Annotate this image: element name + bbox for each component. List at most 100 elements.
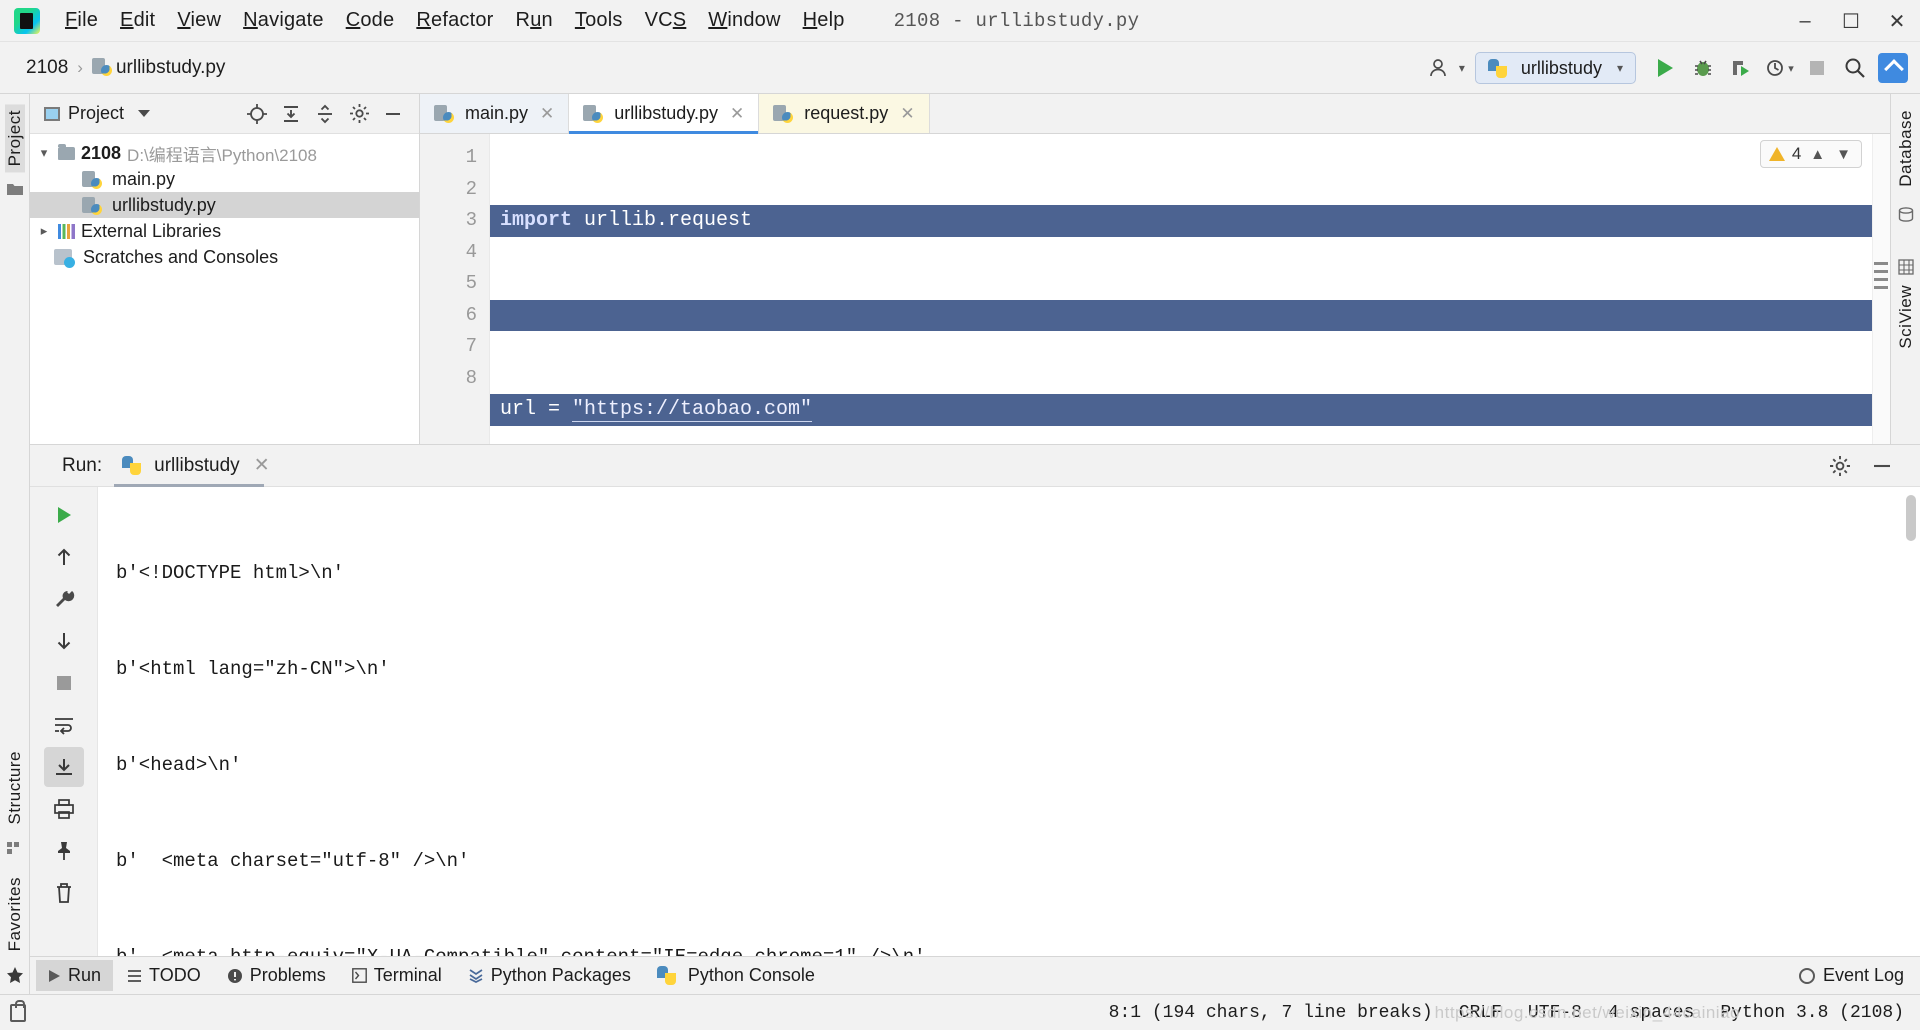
close-icon[interactable]: ✕ bbox=[730, 104, 744, 124]
tab-urllibstudy-py[interactable]: urllibstudy.py ✕ bbox=[569, 94, 760, 134]
debug-button[interactable] bbox=[1684, 49, 1722, 87]
chevron-collapsed-icon[interactable]: ▸ bbox=[36, 223, 52, 239]
editor-marker-rail[interactable] bbox=[1872, 134, 1890, 444]
run-tab-urllibstudy[interactable]: urllibstudy ✕ bbox=[114, 450, 277, 487]
menu-refactor[interactable]: Refactor bbox=[405, 4, 504, 37]
favorites-star-icon bbox=[6, 967, 24, 984]
chevron-expanded-icon[interactable]: ▾ bbox=[36, 145, 52, 161]
code-line-3[interactable]: url = "https://taobao.com" bbox=[490, 394, 1890, 426]
caret-position[interactable]: 8:1 (194 chars, 7 line breaks) bbox=[1109, 1003, 1433, 1023]
trash-icon[interactable] bbox=[44, 873, 84, 913]
python-icon bbox=[1487, 58, 1507, 78]
tab-label: request.py bbox=[804, 103, 889, 123]
code-pane[interactable]: import urllib.request url = "https://tao… bbox=[490, 134, 1890, 444]
marker-group bbox=[1874, 262, 1888, 294]
sidebar-item-favorites[interactable]: Favorites bbox=[5, 871, 25, 957]
menu-window[interactable]: Window bbox=[697, 4, 791, 37]
console-output[interactable]: b'<!DOCTYPE html>\n' b'<html lang="zh-CN… bbox=[98, 487, 1920, 956]
bottom-tab-todo[interactable]: TODO bbox=[115, 960, 213, 991]
bottom-tab-python-packages[interactable]: Python Packages bbox=[456, 960, 643, 991]
maximize-button[interactable]: ☐ bbox=[1828, 0, 1874, 42]
close-icon[interactable]: ✕ bbox=[900, 104, 914, 124]
profile-button[interactable]: ▾ bbox=[1760, 49, 1798, 87]
user-icon[interactable]: ▾ bbox=[1419, 49, 1475, 87]
tree-item-urllibstudy-py[interactable]: urllibstudy.py bbox=[30, 192, 419, 218]
menu-view[interactable]: View bbox=[166, 4, 232, 37]
line-separator[interactable]: CRLF bbox=[1459, 1003, 1502, 1023]
settings-gear-icon[interactable] bbox=[1826, 452, 1854, 480]
menu-run[interactable]: Run bbox=[505, 4, 564, 37]
console-scrollbar[interactable] bbox=[1906, 495, 1916, 541]
sidebar-item-database[interactable]: Database bbox=[1896, 104, 1916, 193]
code-area[interactable]: 1 2 3 4 5 6 7 8 import urllib.request ur… bbox=[420, 134, 1890, 444]
menu-edit[interactable]: Edit bbox=[109, 4, 166, 37]
run-with-coverage-button[interactable] bbox=[1722, 49, 1760, 87]
menu-navigate[interactable]: Navigate bbox=[232, 4, 335, 37]
breadcrumb-file[interactable]: urllibstudy.py bbox=[91, 57, 225, 79]
sidebar-item-sciview[interactable]: SciView bbox=[1896, 279, 1916, 355]
pin-icon[interactable] bbox=[44, 831, 84, 871]
pycharm-logo-icon bbox=[14, 7, 40, 34]
inspection-widget[interactable]: 4 ▲ ▼ bbox=[1759, 140, 1862, 168]
menu-help[interactable]: Help bbox=[792, 4, 856, 37]
up-arrow-icon[interactable] bbox=[44, 537, 84, 577]
tree-item-scratches[interactable]: Scratches and Consoles bbox=[30, 244, 419, 270]
project-title[interactable]: Project bbox=[44, 103, 151, 124]
code-text[interactable]: import urllib.request url = "https://tao… bbox=[490, 134, 1890, 444]
settings-gear-icon[interactable] bbox=[345, 100, 373, 128]
tab-label: main.py bbox=[465, 103, 529, 123]
python-interpreter[interactable]: Python 3.8 (2108) bbox=[1720, 1003, 1904, 1023]
lock-icon[interactable] bbox=[10, 999, 26, 1022]
chevron-up-icon[interactable]: ▲ bbox=[1808, 146, 1827, 163]
menu-bar: File Edit View Navigate Code Refactor Ru… bbox=[54, 4, 856, 37]
hide-panel-icon[interactable] bbox=[379, 100, 407, 128]
editor-tabs: main.py ✕ urllibstudy.py ✕ request.py ✕ bbox=[420, 94, 1890, 134]
search-icon[interactable] bbox=[1836, 49, 1874, 87]
sidebar-item-structure[interactable]: Structure bbox=[5, 745, 25, 830]
soft-wrap-icon[interactable] bbox=[44, 705, 84, 745]
expand-all-icon[interactable] bbox=[277, 100, 305, 128]
locate-icon[interactable] bbox=[243, 100, 271, 128]
scroll-to-end-icon[interactable] bbox=[43, 747, 84, 787]
file-encoding[interactable]: UTF-8 bbox=[1528, 1003, 1582, 1023]
minimize-button[interactable]: – bbox=[1782, 0, 1828, 42]
code-line-2[interactable] bbox=[490, 299, 1890, 331]
event-log-button[interactable]: Event Log bbox=[1798, 965, 1920, 986]
bottom-tab-problems[interactable]: Problems bbox=[215, 960, 338, 991]
collapse-all-icon[interactable] bbox=[311, 100, 339, 128]
stop-button[interactable] bbox=[1798, 49, 1836, 87]
menu-file[interactable]: File bbox=[54, 4, 109, 37]
hide-panel-icon[interactable] bbox=[1868, 452, 1896, 480]
bottom-tab-run[interactable]: Run bbox=[36, 960, 114, 991]
bottom-tab-python-console[interactable]: Python Console bbox=[645, 960, 827, 991]
menu-tools[interactable]: Tools bbox=[564, 4, 634, 37]
close-button[interactable]: ✕ bbox=[1874, 0, 1920, 42]
breadcrumb-project[interactable]: 2108 bbox=[26, 57, 68, 79]
chevron-down-icon[interactable]: ▼ bbox=[1834, 146, 1853, 163]
tree-item-2108[interactable]: ▾ 2108 D:\编程语言\Python\2108 bbox=[30, 140, 419, 166]
sidebar-item-project[interactable]: Project bbox=[4, 104, 25, 173]
tab-request-py[interactable]: request.py ✕ bbox=[759, 94, 930, 133]
token-keyword: import bbox=[500, 209, 573, 232]
close-icon[interactable]: ✕ bbox=[254, 454, 270, 477]
code-line-1[interactable]: import urllib.request bbox=[490, 205, 1890, 237]
tree-item-external-libraries[interactable]: ▸ External Libraries bbox=[30, 218, 419, 244]
run-configuration-selector[interactable]: urllibstudy ▾ bbox=[1474, 52, 1636, 84]
rerun-icon[interactable] bbox=[44, 495, 84, 535]
update-project-icon[interactable] bbox=[1874, 49, 1912, 87]
menu-vcs[interactable]: VCS bbox=[634, 4, 698, 37]
bottom-tab-terminal[interactable]: Terminal bbox=[340, 960, 454, 991]
close-icon[interactable]: ✕ bbox=[540, 104, 554, 124]
indent-setting[interactable]: 4 spaces bbox=[1608, 1003, 1694, 1023]
run-button[interactable] bbox=[1646, 49, 1684, 87]
tree-item-main-py[interactable]: main.py bbox=[30, 166, 419, 192]
tab-main-py[interactable]: main.py ✕ bbox=[420, 94, 570, 133]
down-arrow-icon[interactable] bbox=[44, 621, 84, 661]
database-icon bbox=[1898, 206, 1914, 223]
stop-icon[interactable] bbox=[44, 663, 84, 703]
menu-code[interactable]: Code bbox=[335, 4, 406, 37]
navbar-actions: ▾ urllibstudy ▾ ▾ bbox=[1419, 42, 1920, 94]
wrench-icon[interactable] bbox=[44, 579, 84, 619]
project-title-label: Project bbox=[68, 103, 125, 123]
print-icon[interactable] bbox=[44, 789, 84, 829]
